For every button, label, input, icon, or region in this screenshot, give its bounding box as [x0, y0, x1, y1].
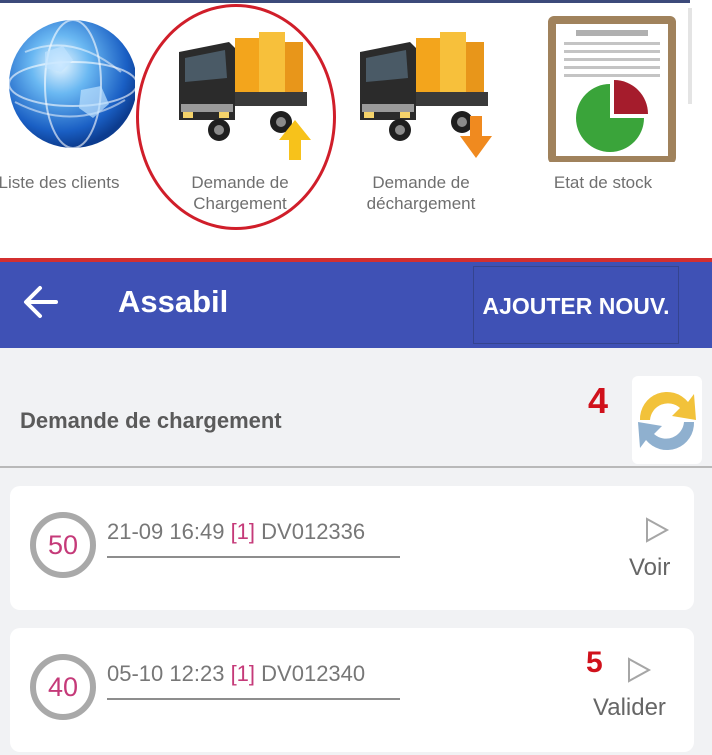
refresh-button[interactable] [632, 376, 702, 464]
app-launcher: Liste des clients Demande de Chargement … [0, 0, 712, 258]
validate-button[interactable]: Valider [593, 694, 666, 722]
tile-label: Etat de stock [553, 173, 653, 192]
request-summary: 05-10 12:23 [1] DV012340 [107, 661, 365, 687]
tile-label: Liste des clients [0, 173, 120, 192]
page-title: Assabil [118, 284, 229, 319]
request-quantity: [1] [230, 661, 256, 686]
annotation-marker: 4 [588, 380, 609, 421]
tile-client-list[interactable]: Liste des clients [0, 0, 145, 250]
truck-unloading-icon [346, 12, 496, 162]
refresh-icon [638, 391, 696, 451]
request-card[interactable]: 50 21-09 16:49 [1] DV012336 Voir [10, 486, 694, 610]
request-date: 05-10 12:23 [107, 661, 225, 686]
add-new-button[interactable]: AJOUTER NOUV. [473, 266, 679, 344]
request-badge: 50 [30, 512, 96, 578]
highlight-circle [136, 4, 336, 230]
tile-label: Demande de déchargement [366, 173, 476, 213]
section-header: Demande de chargement 4 [0, 348, 712, 468]
divider [107, 556, 400, 558]
annotation-marker: 5 [586, 646, 603, 679]
app-bar: Assabil AJOUTER NOUV. [0, 258, 712, 348]
main-content: Demande de chargement 4 50 21-09 16:49 [… [0, 348, 712, 755]
section-title: Demande de chargement [20, 408, 282, 433]
globe-icon [0, 12, 138, 162]
request-quantity: [1] [230, 519, 256, 544]
launcher-scrollbar[interactable] [688, 8, 692, 104]
play-icon[interactable] [644, 516, 670, 544]
request-summary: 21-09 16:49 [1] DV012336 [107, 519, 365, 545]
divider [107, 698, 400, 700]
view-button[interactable]: Voir [629, 554, 670, 582]
back-arrow-icon[interactable] [18, 282, 64, 322]
tile-stock-status[interactable]: Etat de stock [518, 0, 688, 250]
tile-unloading-request[interactable]: Demande de déchargement [336, 0, 506, 250]
play-icon[interactable] [626, 656, 652, 684]
request-date: 21-09 16:49 [107, 519, 225, 544]
request-badge: 40 [30, 654, 96, 720]
stock-report-icon [528, 12, 678, 164]
request-card[interactable]: 40 05-10 12:23 [1] DV012340 5 Valider [10, 628, 694, 752]
request-reference: DV012340 [261, 661, 366, 686]
request-reference: DV012336 [261, 519, 366, 544]
